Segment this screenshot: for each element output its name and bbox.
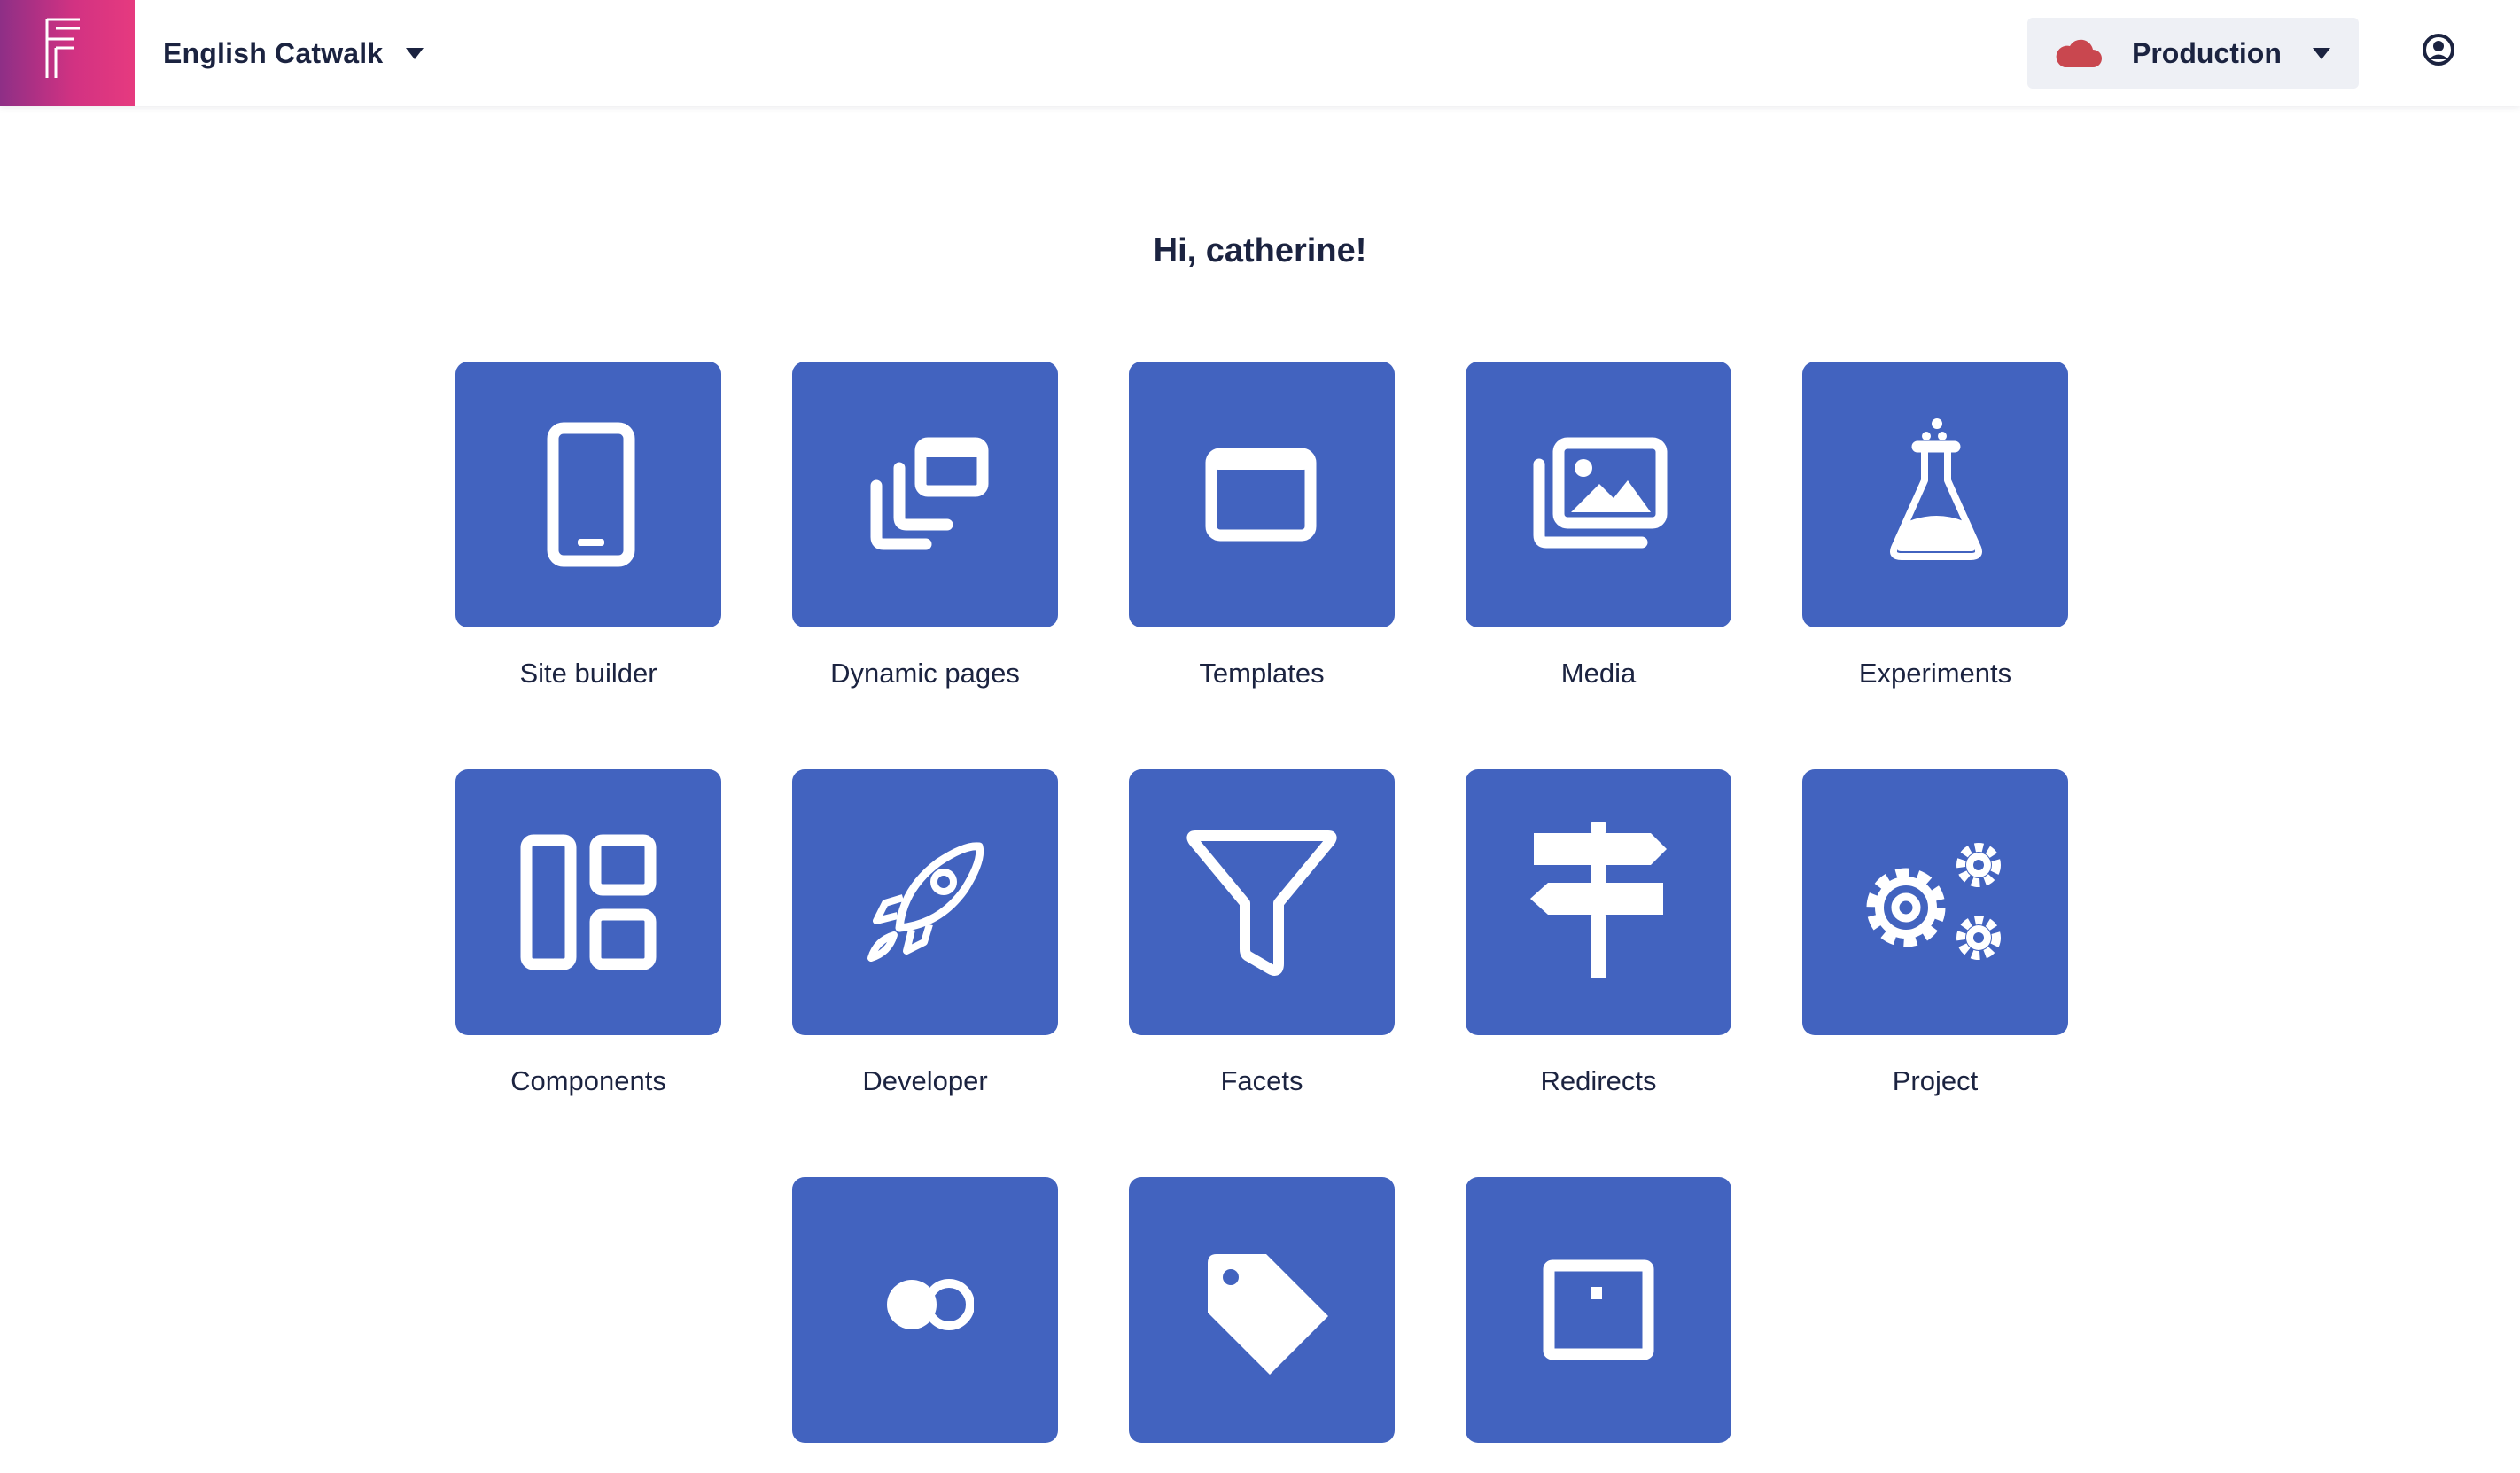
tile-label: Templates bbox=[1199, 658, 1325, 689]
top-bar: English Catwalk Production bbox=[0, 0, 2520, 106]
tile-icon-box bbox=[792, 769, 1058, 1035]
signpost-icon bbox=[1530, 822, 1667, 978]
tile-icon-box bbox=[1802, 362, 2068, 627]
flask-icon bbox=[1890, 418, 1982, 560]
tile-icon-box bbox=[1129, 1177, 1395, 1443]
tile-icon-box bbox=[792, 362, 1058, 627]
tile-icon-box bbox=[792, 1177, 1058, 1443]
stacked-windows-icon bbox=[870, 437, 989, 550]
tile-developer[interactable]: Developer bbox=[792, 769, 1058, 1097]
layout-blocks-icon bbox=[520, 834, 657, 970]
window-icon bbox=[1205, 448, 1317, 542]
site-selector[interactable]: English Catwalk bbox=[163, 27, 424, 80]
user-account-icon[interactable] bbox=[2421, 32, 2456, 67]
tile-label: Redirects bbox=[1540, 1065, 1657, 1096]
tile-label: Components bbox=[510, 1065, 666, 1096]
tile-label: Experiments bbox=[1858, 658, 2012, 689]
tile-facets[interactable]: Facets bbox=[1129, 769, 1395, 1097]
tile-label: Site builder bbox=[519, 658, 657, 689]
filter-funnel-icon bbox=[1186, 830, 1337, 976]
logo-icon bbox=[45, 18, 80, 78]
images-icon bbox=[1533, 437, 1668, 549]
tag-icon bbox=[1208, 1254, 1328, 1375]
tile-media[interactable]: Media bbox=[1466, 362, 1731, 690]
tile-tags[interactable] bbox=[1129, 1177, 1395, 1473]
tile-dynamic-pages[interactable]: Dynamic pages bbox=[792, 362, 1058, 690]
tile-icon-box bbox=[455, 769, 721, 1035]
environment-selector[interactable]: Production bbox=[2027, 18, 2359, 89]
tile-icon-box bbox=[1466, 1177, 1731, 1443]
tile-templates[interactable]: Templates bbox=[1129, 362, 1395, 690]
chevron-down-icon bbox=[2313, 48, 2330, 59]
tile-label: Media bbox=[1560, 658, 1637, 689]
tile-site-builder[interactable]: Site builder bbox=[455, 362, 721, 690]
tile-components[interactable]: Components bbox=[455, 769, 721, 1097]
tile-users[interactable] bbox=[792, 1177, 1058, 1473]
tile-icon-box bbox=[1802, 769, 2068, 1035]
greeting: Hi, catherine! bbox=[1153, 232, 1367, 269]
site-name: English Catwalk bbox=[163, 36, 384, 69]
environment-label: Production bbox=[2132, 37, 2282, 69]
tile-icon-box bbox=[1466, 362, 1731, 627]
tile-label: Dynamic pages bbox=[830, 658, 1020, 689]
tile-label: Developer bbox=[862, 1065, 988, 1096]
users-icon bbox=[887, 1279, 974, 1330]
mobile-phone-icon bbox=[547, 422, 635, 567]
tile-icon-box bbox=[1129, 769, 1395, 1035]
tile-redirects[interactable]: Redirects bbox=[1466, 769, 1731, 1097]
tile-project[interactable]: Project bbox=[1802, 769, 2068, 1097]
tile-icon-box bbox=[1466, 769, 1731, 1035]
board-icon bbox=[1543, 1259, 1654, 1360]
app-logo[interactable] bbox=[0, 0, 135, 106]
tile-board[interactable] bbox=[1466, 1177, 1731, 1473]
tile-icon-box bbox=[455, 362, 721, 627]
tile-label: Project bbox=[1892, 1065, 1979, 1096]
cloud-icon bbox=[2056, 39, 2102, 67]
tile-label: Facets bbox=[1220, 1065, 1303, 1096]
chevron-down-icon bbox=[406, 47, 424, 59]
gears-icon bbox=[1866, 843, 2001, 960]
tile-experiments[interactable]: Experiments bbox=[1802, 362, 2068, 690]
tile-icon-box bbox=[1129, 362, 1395, 627]
rocket-icon bbox=[867, 842, 984, 962]
